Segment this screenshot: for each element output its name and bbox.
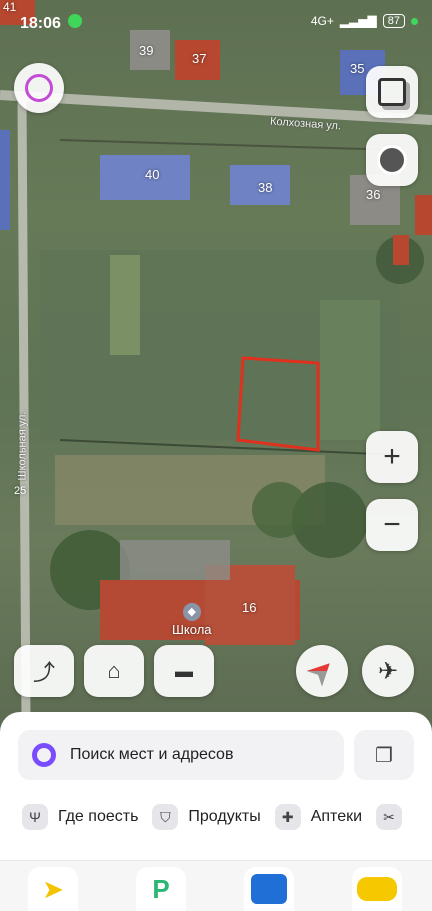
layers-button[interactable] bbox=[366, 66, 418, 118]
home-button[interactable]: ⌂ bbox=[84, 645, 144, 697]
school-icon: ◆ bbox=[182, 603, 201, 621]
house-number: 38 bbox=[258, 180, 273, 195]
house-number: 36 bbox=[366, 187, 381, 202]
bookmark-icon: ❐ bbox=[375, 744, 393, 767]
route-button[interactable]: ⤴ bbox=[14, 645, 74, 697]
poi-label: Школа bbox=[172, 622, 212, 637]
house-number: 16 bbox=[242, 600, 257, 615]
parking-icon: P bbox=[152, 873, 170, 904]
zoom-out-button[interactable]: − bbox=[366, 499, 418, 551]
street-label: Школьная ул. bbox=[16, 411, 29, 481]
status-bar: 18:06 4G+ ▂▃▅▇ 87 bbox=[0, 0, 432, 40]
traffic-button[interactable] bbox=[366, 134, 418, 186]
category-food[interactable]: Ψ Где поесть bbox=[22, 804, 138, 830]
avatar-icon bbox=[25, 74, 53, 102]
basket-icon: ⛉ bbox=[152, 804, 179, 830]
category-groceries[interactable]: ⛉ Продукты bbox=[152, 804, 261, 830]
taxi-app[interactable] bbox=[352, 867, 402, 911]
category-label: Где поесть bbox=[58, 808, 139, 825]
traffic-icon bbox=[377, 145, 407, 175]
bookmarks-button[interactable]: ❐ bbox=[354, 730, 414, 780]
briefcase-icon: ▬ bbox=[175, 660, 193, 681]
search-input[interactable]: Поиск мест и адресов bbox=[18, 730, 344, 780]
transport-app[interactable] bbox=[244, 867, 294, 911]
route-icon: ⤴ bbox=[32, 660, 55, 685]
house-number: 40 bbox=[145, 167, 160, 182]
location-button[interactable]: ✈ bbox=[362, 645, 414, 697]
work-button[interactable]: ▬ bbox=[154, 645, 214, 697]
plus-icon: ✚ bbox=[274, 804, 301, 830]
house-number: 25 bbox=[14, 485, 27, 497]
mic-indicator-icon bbox=[411, 17, 418, 25]
compass-icon bbox=[306, 655, 337, 686]
navigator-icon: ➤ bbox=[42, 873, 64, 904]
category-label: Продукты bbox=[188, 808, 261, 825]
fork-knife-icon: Ψ bbox=[22, 804, 48, 830]
location-off-icon: ✈ bbox=[377, 657, 399, 685]
house-number: 39 bbox=[139, 43, 154, 58]
plus-icon: + bbox=[383, 440, 401, 473]
services-bar: ➤ P bbox=[0, 860, 432, 911]
category-more[interactable]: ✂ bbox=[376, 804, 403, 830]
search-placeholder: Поиск мест и адресов bbox=[70, 746, 234, 763]
house-number: 37 bbox=[192, 51, 207, 66]
category-pharmacies[interactable]: ✚ Аптеки bbox=[274, 804, 363, 830]
signal-icon: ▂▃▅▇ bbox=[339, 14, 377, 28]
compass-button[interactable] bbox=[296, 645, 348, 697]
category-label: Аптеки bbox=[310, 808, 363, 825]
taxi-icon bbox=[357, 877, 397, 901]
poi-school[interactable]: ◆ Школа bbox=[172, 603, 212, 639]
network-label: 4G+ bbox=[310, 14, 334, 28]
alice-icon bbox=[32, 743, 56, 767]
navigator-app[interactable]: ➤ bbox=[28, 867, 78, 911]
bus-icon bbox=[251, 874, 287, 904]
layers-icon bbox=[378, 78, 406, 106]
home-icon: ⌂ bbox=[107, 658, 121, 683]
parking-app[interactable]: P bbox=[136, 867, 186, 911]
house-number: 35 bbox=[350, 61, 365, 76]
profile-button[interactable] bbox=[14, 63, 64, 113]
bottom-sheet: Поиск мест и адресов ❐ Ψ Где поесть ⛉ Пр… bbox=[0, 712, 432, 911]
whatsapp-icon bbox=[68, 14, 82, 28]
status-time: 18:06 bbox=[20, 15, 61, 32]
minus-icon: − bbox=[383, 508, 401, 541]
category-list: Ψ Где поесть ⛉ Продукты ✚ Аптеки ✂ bbox=[22, 804, 403, 830]
zoom-in-button[interactable]: + bbox=[366, 431, 418, 483]
battery-level: 87 bbox=[382, 14, 405, 28]
scissors-icon: ✂ bbox=[376, 804, 403, 830]
